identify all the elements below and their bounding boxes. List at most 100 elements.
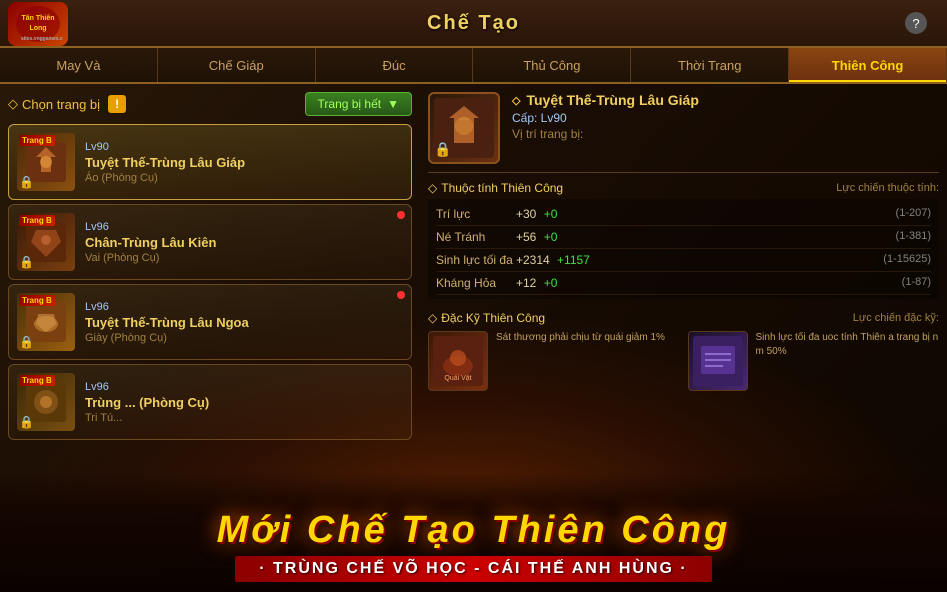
equip-name-2: Chân-Trùng Lâu Kiên	[85, 235, 403, 250]
stat-name-2: Sinh lực tối đa	[436, 253, 516, 267]
equip-item-3[interactable]: Trang B 🔒 Lv96 Tuyệt Thế-Trùng Lâu Ngoa …	[8, 284, 412, 360]
item-icon-large: 🔒	[428, 92, 500, 164]
equip-level-4: Lv96	[85, 381, 403, 393]
skill-desc-2: Sinh lực tối đa uoc tính Thiên a trang b…	[756, 331, 940, 391]
equip-badge-3: Trang B	[19, 295, 55, 306]
left-panel: ◇ Chọn trang bị ! Trang bị hết ▼ Trang B	[0, 84, 420, 592]
tab-may-va[interactable]: May Và	[0, 48, 158, 82]
stat-range-3: (1-87)	[902, 276, 931, 290]
stat-row-0: Trí lực +30 +0 (1-207)	[436, 203, 931, 226]
equip-info-4: Lv96 Trùng ... (Phòng Cụ) Tri Tú...	[85, 381, 403, 424]
stat-name-0: Trí lực	[436, 207, 516, 221]
skill-items: Quái Vật Sát thương phải chịu từ quái gi…	[428, 331, 939, 391]
stat-bonus-3: +0	[544, 276, 558, 290]
equip-item-4[interactable]: Trang B 🔒 Lv96 Trùng ... (Phòng Cụ) Tri …	[8, 364, 412, 440]
tab-duc[interactable]: Đúc	[316, 48, 474, 82]
lock-icon-1: 🔒	[19, 175, 34, 189]
equip-level-1: Lv90	[85, 141, 403, 153]
skills-section: Đặc Kỹ Thiên Công Lực chiến đặc kỹ: Quái…	[428, 311, 939, 391]
equip-icon-3: Trang B 🔒	[17, 293, 75, 351]
tab-che-giap[interactable]: Chế Giáp	[158, 48, 316, 82]
equip-item-2[interactable]: Trang B 🔒 Lv96 Chân-Trùng Lâu Kiên Vai (…	[8, 204, 412, 280]
stat-range-2: (1-15625)	[883, 253, 931, 267]
item-header: 🔒 ◇ Tuyệt Thế-Trùng Lâu Giáp Cấp: Lv90 V…	[428, 92, 939, 173]
svg-text:sites.vnggames.com: sites.vnggames.com	[21, 36, 63, 42]
page-title: Chế Tạo	[427, 12, 520, 35]
equip-info-2: Lv96 Chân-Trùng Lâu Kiên Vai (Phòng Cụ)	[85, 221, 403, 264]
equip-name-1: Tuyệt Thế-Trùng Lâu Giáp	[85, 155, 403, 170]
stat-row-2: Sinh lực tối đa +2314 +1157 (1-15625)	[436, 249, 931, 272]
right-panel: 🔒 ◇ Tuyệt Thế-Trùng Lâu Giáp Cấp: Lv90 V…	[420, 84, 947, 592]
item-position: Vị trí trang bị:	[512, 127, 939, 141]
svg-text:Tân Thiên: Tân Thiên	[21, 15, 54, 22]
stats-container: Trí lực +30 +0 (1-207) Né Tránh +56 +0 (…	[428, 199, 939, 299]
stats-section: Thuộc tính Thiên Công Lực chiến thuộc tí…	[428, 181, 939, 299]
tab-bar: May Và Chế Giáp Đúc Thủ Công Thời Trang …	[0, 48, 947, 84]
dropdown-arrow-icon: ▼	[387, 97, 399, 111]
skills-title: Đặc Kỹ Thiên Công	[428, 311, 545, 325]
stat-bonus-2: +1157	[557, 253, 590, 267]
skill-item-2	[688, 331, 748, 391]
lock-icon-4: 🔒	[19, 415, 34, 429]
equip-icon-1: Trang B 🔒	[17, 133, 75, 191]
skills-right: Lực chiến đặc kỹ:	[853, 312, 939, 324]
stat-name-1: Né Tránh	[436, 230, 516, 244]
stat-bonus-0: +0	[544, 207, 558, 221]
equip-slot-4: Tri Tú...	[85, 412, 403, 424]
svg-text:Quái Vật: Quái Vật	[444, 375, 471, 382]
equip-badge-4: Trang B	[19, 375, 55, 386]
skill-item-1: Quái Vật	[428, 331, 488, 391]
filter-dropdown[interactable]: Trang bị hết ▼	[305, 92, 412, 116]
equip-slot-3: Giày (Phòng Cụ)	[85, 332, 403, 344]
filter-bar: ◇ Chọn trang bị ! Trang bị hết ▼	[8, 92, 412, 116]
stats-right: Lực chiến thuộc tính:	[836, 182, 939, 194]
equip-slot-2: Vai (Phòng Cụ)	[85, 252, 403, 264]
filter-label: ◇ Chọn trang bị	[8, 96, 100, 112]
stat-name-3: Kháng Hỏa	[436, 276, 516, 290]
stat-value-1: +56 +0	[516, 230, 896, 244]
stats-header: Thuộc tính Thiên Công Lực chiến thuộc tí…	[428, 181, 939, 195]
item-level: Cấp: Lv90	[512, 111, 939, 125]
lock-icon-2: 🔒	[19, 255, 34, 269]
stat-row-1: Né Tránh +56 +0 (1-381)	[436, 226, 931, 249]
lock-icon-3: 🔒	[19, 335, 34, 349]
help-button[interactable]: ?	[905, 12, 927, 34]
main-content: ◇ Chọn trang bị ! Trang bị hết ▼ Trang B	[0, 84, 947, 592]
item-title: ◇ Tuyệt Thế-Trùng Lâu Giáp	[512, 92, 939, 108]
tab-thu-cong[interactable]: Thủ Công	[473, 48, 631, 82]
item-detail: ◇ Tuyệt Thế-Trùng Lâu Giáp Cấp: Lv90 Vị …	[512, 92, 939, 141]
equip-badge-2: Trang B	[19, 215, 55, 226]
logo: Tân Thiên Long sites.vnggames.com	[8, 2, 68, 46]
stat-range-1: (1-381)	[896, 230, 931, 244]
header-bar: Tân Thiên Long sites.vnggames.com Chế Tạ…	[0, 0, 947, 48]
equip-badge-1: Trang B	[19, 135, 55, 146]
equip-info-1: Lv90 Tuyệt Thế-Trùng Lâu Giáp Áo (Phòng …	[85, 141, 403, 184]
equip-icon-4: Trang B 🔒	[17, 373, 75, 431]
stat-bonus-1: +0	[544, 230, 558, 244]
tab-thoi-trang[interactable]: Thời Trang	[631, 48, 789, 82]
tab-thien-cong[interactable]: Thiên Công	[789, 48, 947, 82]
warning-icon: !	[108, 95, 126, 113]
new-dot-3	[397, 291, 405, 299]
item-lock-icon: 🔒	[434, 141, 451, 158]
stat-range-0: (1-207)	[896, 207, 931, 221]
equip-item-1[interactable]: Trang B 🔒 Lv90 Tuyệt Thế-Trùng Lâu Giáp …	[8, 124, 412, 200]
svg-text:Long: Long	[29, 25, 46, 32]
title-diamond-icon: ◇	[512, 94, 520, 107]
diamond-icon: ◇	[8, 96, 18, 112]
equip-level-2: Lv96	[85, 221, 403, 233]
equip-level-3: Lv96	[85, 301, 403, 313]
skill-desc-1: Sát thương phải chịu từ quái giảm 1%	[496, 331, 680, 391]
stat-row-3: Kháng Hỏa +12 +0 (1-87)	[436, 272, 931, 295]
stat-value-3: +12 +0	[516, 276, 902, 290]
equip-icon-2: Trang B 🔒	[17, 213, 75, 271]
equip-name-4: Trùng ... (Phòng Cụ)	[85, 395, 403, 410]
equip-info-3: Lv96 Tuyệt Thế-Trùng Lâu Ngoa Giày (Phòn…	[85, 301, 403, 344]
equip-slot-1: Áo (Phòng Cụ)	[85, 172, 403, 184]
stats-title: Thuộc tính Thiên Công	[428, 181, 563, 195]
new-dot-2	[397, 211, 405, 219]
stat-value-2: +2314 +1157	[516, 253, 883, 267]
stat-value-0: +30 +0	[516, 207, 896, 221]
skills-header: Đặc Kỹ Thiên Công Lực chiến đặc kỹ:	[428, 311, 939, 325]
equip-name-3: Tuyệt Thế-Trùng Lâu Ngoa	[85, 315, 403, 330]
